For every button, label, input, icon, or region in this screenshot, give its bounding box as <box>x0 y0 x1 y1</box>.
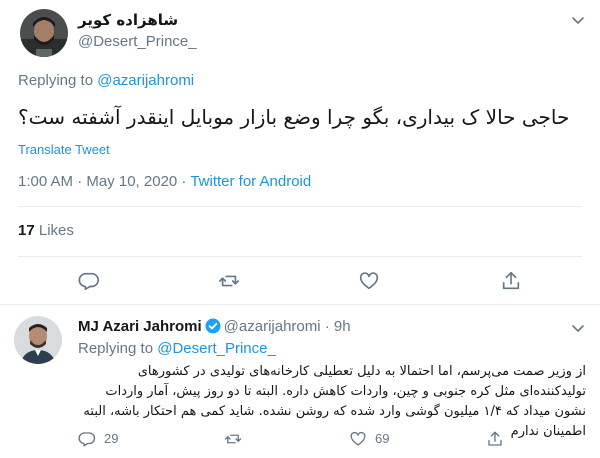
chevron-down-icon[interactable] <box>570 12 586 28</box>
reply-icon[interactable] <box>78 270 100 292</box>
share-icon[interactable] <box>500 270 522 292</box>
translate-tweet-link[interactable]: Translate Tweet <box>18 142 110 157</box>
likes-stat[interactable]: 17 Likes <box>18 222 74 239</box>
tweet-metadata: 1:00 AM · May 10, 2020 · Twitter for And… <box>18 173 311 190</box>
author-handle[interactable]: @Desert_Prince_ <box>78 33 197 50</box>
like-icon[interactable] <box>358 270 380 292</box>
replying-to-mention[interactable]: @Desert_Prince_ <box>157 340 276 357</box>
reply-author-name[interactable]: MJ Azari Jahromi <box>78 318 202 335</box>
reply-text: از وزیر صمت می‌پرسم، اما احتمالا به دلیل… <box>83 364 586 439</box>
replying-to-line: Replying to @azarijahromi <box>18 72 194 89</box>
reply-count: 29 <box>104 431 119 446</box>
avatar-photo <box>20 9 68 57</box>
replying-to-label: Replying to <box>78 340 158 357</box>
reply-replying-to-line: Replying to @Desert_Prince_ <box>78 340 276 357</box>
tweet-timestamp[interactable]: 1:00 AM · May 10, 2020 · <box>18 173 190 190</box>
reply-icon[interactable] <box>78 430 96 448</box>
reply-author-avatar[interactable] <box>14 316 62 364</box>
tweet-text: حاجی حالا ک بیداری، بگو چرا وضع بازار مو… <box>18 105 570 129</box>
share-icon[interactable] <box>486 430 504 448</box>
verified-badge-icon <box>205 318 221 334</box>
divider <box>0 304 600 305</box>
retweet-icon[interactable] <box>224 430 242 448</box>
replying-to-mention[interactable]: @azarijahromi <box>97 72 194 89</box>
chevron-down-icon[interactable] <box>570 320 586 336</box>
author-display-name[interactable]: شاهزاده کویر <box>78 11 178 29</box>
likes-label: Likes <box>34 222 74 239</box>
reply-author-handle[interactable]: @azarijahromi <box>224 318 321 335</box>
tweet-detail-view: شاهزاده کویر @Desert_Prince_ Replying to… <box>0 0 600 458</box>
avatar-photo <box>14 316 62 364</box>
like-count: 69 <box>375 431 390 446</box>
replying-to-label: Replying to <box>18 72 98 89</box>
author-avatar[interactable] <box>20 9 68 57</box>
like-icon[interactable] <box>349 430 367 448</box>
reply-header: MJ Azari Jahromi @azarijahromi · 9h <box>78 318 351 335</box>
retweet-icon[interactable] <box>218 270 240 292</box>
tweet-source[interactable]: Twitter for Android <box>190 173 311 190</box>
likes-count: 17 <box>18 222 35 239</box>
divider <box>18 256 582 257</box>
reply-timestamp[interactable]: · 9h <box>321 318 351 335</box>
divider <box>18 206 582 207</box>
